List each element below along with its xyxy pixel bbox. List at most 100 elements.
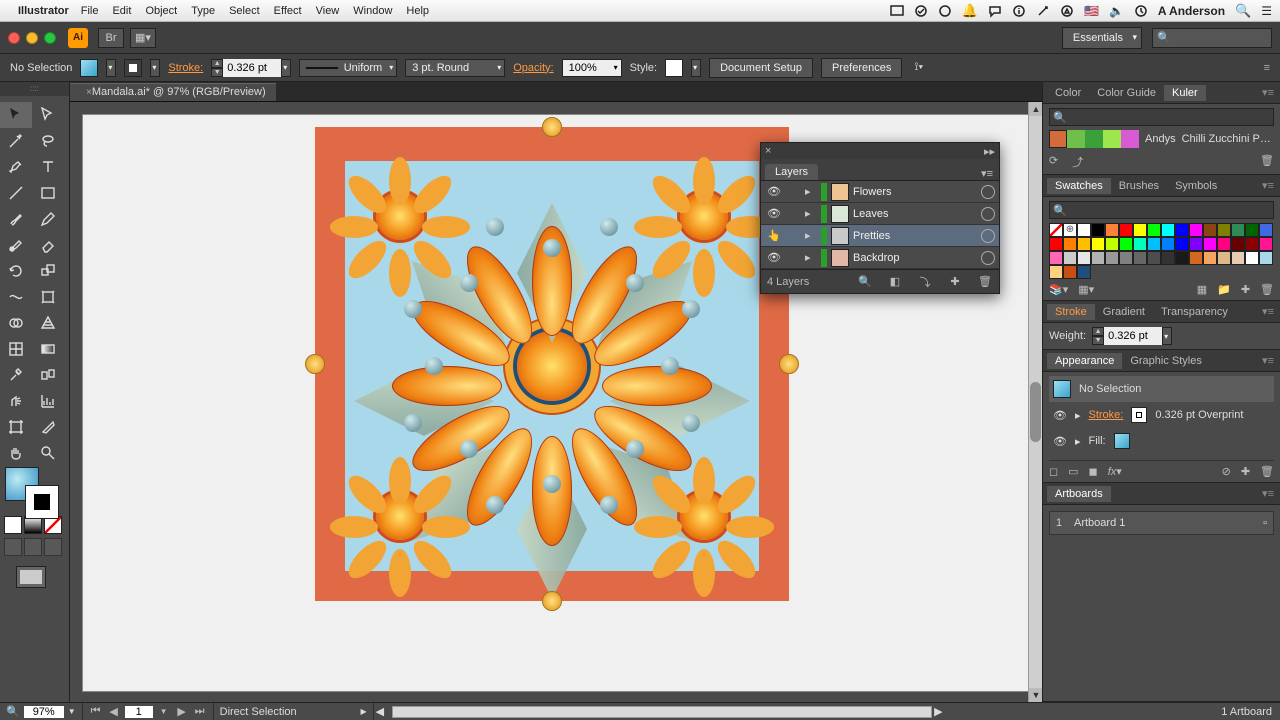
new-swatch-icon[interactable]: ✚ [1241, 283, 1250, 296]
canvas-area[interactable]: ▲ ▼ ×▸▸ Layers▾≡ 👁 ▸ Flowers 👁 ▸ Leaves … [70, 82, 1042, 702]
eraser-tool[interactable] [32, 232, 64, 258]
swatch-cell[interactable] [1175, 251, 1189, 265]
compass-icon[interactable] [1060, 4, 1074, 18]
disclosure-icon[interactable]: ▸ [1075, 409, 1081, 422]
pencil-tool[interactable] [32, 206, 64, 232]
swatch-cell[interactable] [1091, 223, 1105, 237]
swatch-cell[interactable] [1147, 223, 1161, 237]
kuler-chip[interactable] [1103, 130, 1121, 148]
swatch-cell[interactable] [1231, 223, 1245, 237]
swatch-cell[interactable] [1161, 223, 1175, 237]
stroke-menu-icon[interactable]: ▾≡ [1256, 305, 1280, 318]
stroke-proxy[interactable] [26, 486, 58, 518]
slice-tool[interactable] [32, 414, 64, 440]
swatch-cell[interactable] [1245, 237, 1259, 251]
tab-gradient[interactable]: Gradient [1095, 304, 1153, 320]
search-help-input[interactable]: 🔍 [1152, 28, 1272, 48]
layers-tab[interactable]: Layers [765, 164, 818, 180]
swatch-cell[interactable] [1175, 223, 1189, 237]
make-clip-mask-icon[interactable]: ◧ [887, 275, 903, 288]
kuler-refresh-icon[interactable]: ⟳ [1049, 154, 1058, 170]
mesh-tool[interactable] [0, 336, 32, 362]
swatches-search-input[interactable]: 🔍 [1049, 201, 1274, 219]
next-page-icon[interactable]: ▶ [175, 705, 189, 718]
delete-appearance-icon[interactable]: 🗑 [1260, 465, 1274, 478]
layers-menu-icon[interactable]: ▾≡ [981, 167, 999, 180]
kuler-delete-icon[interactable]: 🗑 [1260, 154, 1274, 170]
target-icon[interactable] [981, 207, 995, 221]
swatch-cell[interactable] [1091, 251, 1105, 265]
new-color-group-icon[interactable]: 📁 [1217, 283, 1231, 296]
swatch-cell[interactable] [1077, 237, 1091, 251]
artboard-tool[interactable] [0, 414, 32, 440]
clear-appearance-icon[interactable]: ⊘ [1222, 465, 1231, 478]
perspective-grid-tool[interactable] [32, 310, 64, 336]
swatch-cell[interactable] [1105, 223, 1119, 237]
swatch-cell[interactable] [1259, 237, 1273, 251]
artboard-row[interactable]: 1 Artboard 1 ▫ [1049, 511, 1274, 535]
appearance-item-stroke[interactable]: 👁 ▸ Stroke: 0.326 pt Overprint [1049, 402, 1274, 428]
prev-page-icon[interactable]: ◀ [107, 705, 121, 718]
cc-icon[interactable] [938, 4, 952, 18]
fill-swatch[interactable] [80, 59, 98, 77]
weight-menu[interactable] [1162, 327, 1172, 345]
stroke-weight-field[interactable]: 0.326 pt [223, 59, 281, 77]
eyedropper-tool[interactable] [0, 362, 32, 388]
menu-select[interactable]: Select [229, 5, 260, 17]
selection-handle[interactable] [779, 354, 799, 374]
swatch-cell[interactable] [1119, 251, 1133, 265]
swatch-cell[interactable] [1077, 251, 1091, 265]
graphic-style-swatch[interactable] [665, 59, 683, 77]
swatch-cell[interactable] [1245, 223, 1259, 237]
swatch-cell[interactable] [1259, 251, 1273, 265]
stroke-color-swatch[interactable] [1131, 407, 1147, 423]
stroke-dropdown[interactable] [150, 59, 160, 77]
scale-tool[interactable] [32, 258, 64, 284]
swatch-libraries-icon[interactable]: 📚▾ [1049, 283, 1068, 296]
menu-effect[interactable]: Effect [274, 5, 302, 17]
kuler-chip[interactable] [1049, 130, 1067, 148]
bridge-button[interactable]: Br [98, 28, 124, 48]
close-panel-icon[interactable]: × [765, 145, 771, 157]
swatch-cell[interactable] [1133, 237, 1147, 251]
layers-panel-header[interactable]: ×▸▸ [761, 143, 999, 159]
stroke-label[interactable]: Stroke: [168, 62, 203, 74]
weight-field[interactable]: 0.326 pt [1104, 327, 1162, 345]
swatch-cell[interactable] [1189, 223, 1203, 237]
page-field[interactable]: 1 [125, 706, 153, 718]
opacity-field[interactable]: 100% [562, 59, 622, 77]
zoom-window-button[interactable] [44, 32, 56, 44]
add-fill-icon[interactable]: ◼ [1089, 465, 1098, 478]
scroll-up-icon[interactable]: ▲ [1029, 102, 1042, 116]
swatch-cell[interactable] [1119, 237, 1133, 251]
visibility-icon[interactable]: 👁 [765, 207, 783, 220]
scroll-down-icon[interactable]: ▼ [1029, 688, 1042, 702]
opacity-label[interactable]: Opacity: [513, 62, 553, 74]
swatch-cell[interactable] [1259, 223, 1273, 237]
draw-behind-button[interactable] [24, 538, 42, 556]
disclosure-icon[interactable]: ▸ [805, 229, 817, 242]
stroke-profile-dropdown[interactable]: Uniform [299, 59, 397, 77]
swatch-cell[interactable] [1049, 265, 1063, 279]
tab-stroke[interactable]: Stroke [1047, 304, 1095, 320]
rectangle-tool[interactable] [32, 180, 64, 206]
swatch-cell[interactable] [1161, 251, 1175, 265]
fill-color-swatch[interactable] [1114, 433, 1130, 449]
fill-dropdown[interactable] [106, 59, 116, 77]
swatch-cell[interactable] [1203, 237, 1217, 251]
swatch-cell[interactable] [1063, 237, 1077, 251]
last-page-icon[interactable]: ⏭ [193, 705, 207, 718]
menu-view[interactable]: View [316, 5, 340, 17]
menu-window[interactable]: Window [353, 5, 392, 17]
add-stroke-icon[interactable]: ▭ [1068, 465, 1078, 478]
tab-symbols[interactable]: Symbols [1167, 178, 1225, 194]
menu-file[interactable]: File [81, 5, 99, 17]
target-icon[interactable] [981, 185, 995, 199]
selection-handle[interactable] [542, 117, 562, 137]
flag-icon[interactable]: 🇺🇸 [1084, 4, 1099, 18]
swatch-cell[interactable] [1147, 251, 1161, 265]
swatches-menu-icon[interactable]: ▾≡ [1256, 179, 1280, 192]
swatch-cell[interactable] [1175, 237, 1189, 251]
swatch-cell[interactable] [1063, 265, 1077, 279]
swatch-cell[interactable] [1245, 251, 1259, 265]
